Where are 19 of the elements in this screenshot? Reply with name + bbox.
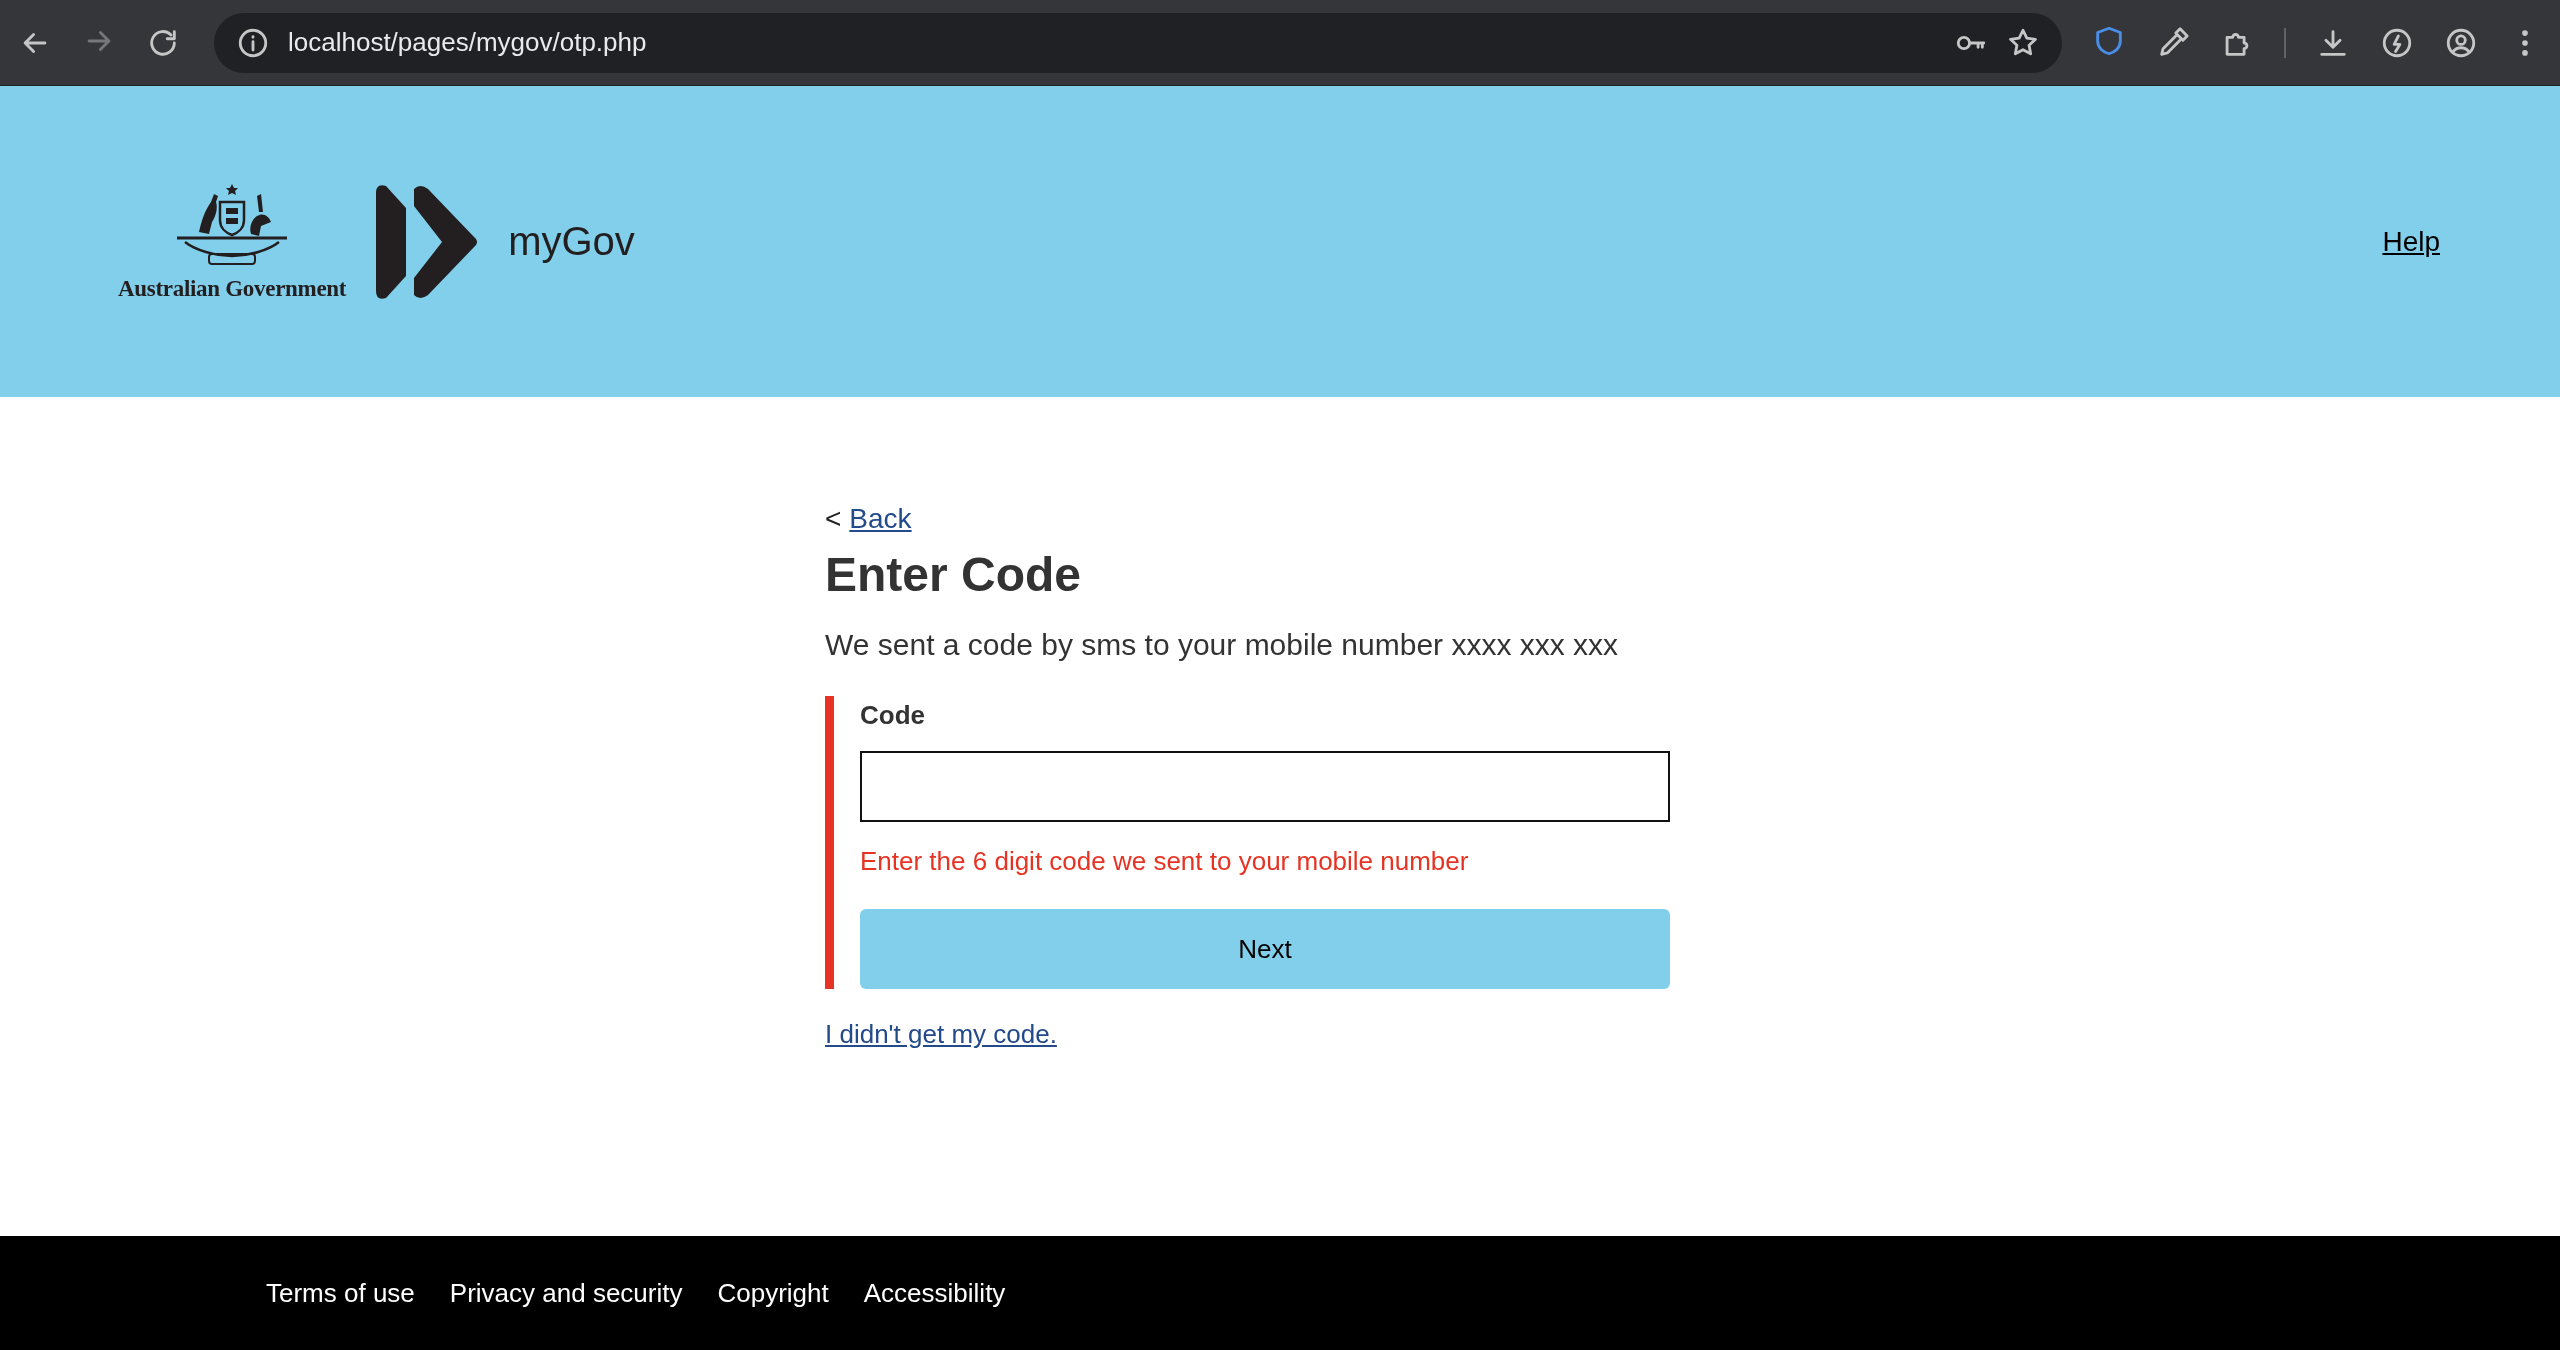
instruction-text: We sent a code by sms to your mobile number xxxx xxx xxx — [825, 628, 1620, 662]
back-chevron: < — [825, 503, 842, 535]
address-bar[interactable]: localhost/pages/mygov/otp.php — [214, 12, 2062, 73]
government-name: Australian Government — [118, 275, 347, 302]
footer-link[interactable]: Copyright — [717, 1277, 829, 1309]
page-title: Enter Code — [825, 547, 1083, 602]
code-input-field[interactable] — [860, 751, 1670, 822]
next-button[interactable]: Next — [860, 909, 1670, 989]
brand-logo-icon — [376, 182, 479, 301]
error-message: Enter the 6 digit code we sent to your mobile number — [860, 846, 1470, 877]
footer-link[interactable]: Accessibility — [863, 1277, 1006, 1309]
field-label: Code — [860, 700, 926, 731]
resend-code-link[interactable]: I didn't get my code. — [825, 1019, 1670, 1050]
url-text: localhost/pages/mygov/otp.php — [288, 27, 648, 58]
footer-link[interactable]: Privacy and security — [449, 1277, 683, 1309]
back-link[interactable]: Back — [849, 503, 912, 535]
help-link[interactable]: Help — [2382, 225, 2440, 258]
brand-name: myGov — [508, 219, 635, 264]
footer-link[interactable]: Terms of use — [266, 1277, 415, 1309]
